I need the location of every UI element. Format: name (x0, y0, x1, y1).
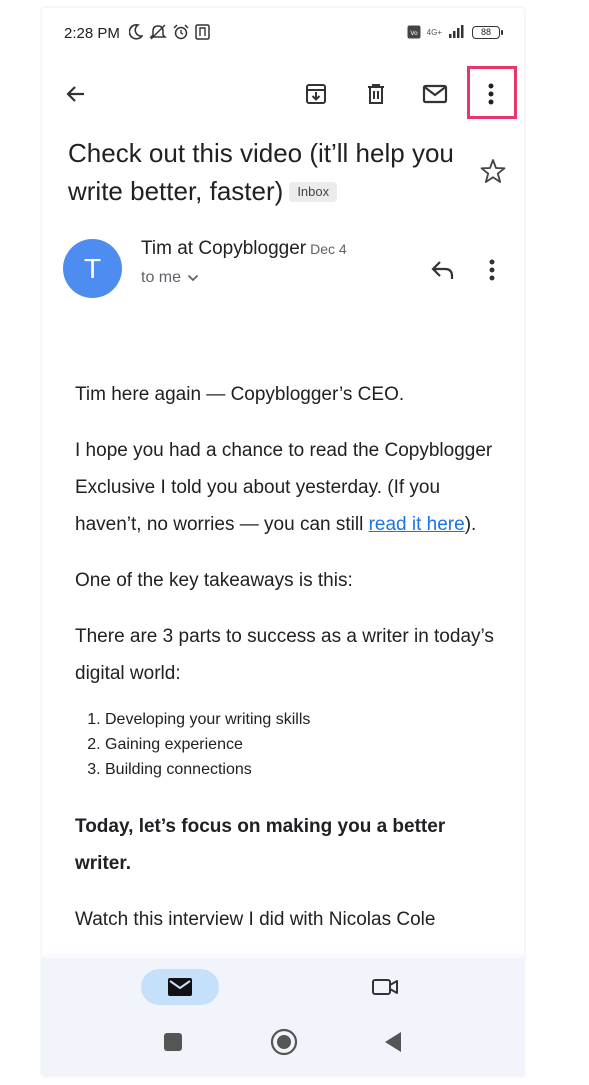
recipient-toggle[interactable]: to me (141, 269, 199, 287)
battery-level: 88 (480, 26, 491, 37)
battery-icon: 88 (472, 25, 503, 39)
status-icons (129, 24, 210, 40)
nav-mail-button[interactable] (141, 969, 219, 1005)
mail-icon (168, 978, 192, 996)
nav-meet-button[interactable] (370, 972, 400, 1002)
inbox-label[interactable]: Inbox (289, 182, 338, 202)
star-icon (480, 159, 506, 183)
body-paragraph: One of the key takeaways is this: (75, 570, 353, 591)
mark-unread-button[interactable] (419, 78, 451, 110)
email-date: Dec 4 (310, 241, 347, 257)
recipient-label: to me (141, 269, 182, 286)
video-icon (372, 979, 398, 995)
sender-avatar[interactable]: T (63, 239, 122, 298)
bottom-navigation (42, 950, 524, 1076)
mute-icon (149, 24, 167, 40)
more-vert-icon (489, 259, 495, 281)
body-text: ). (464, 514, 477, 535)
alarm-icon (173, 24, 189, 40)
reply-button[interactable] (430, 259, 456, 286)
moon-icon (129, 24, 143, 40)
list-item: Building connections (105, 757, 495, 782)
body-paragraph: Tim here again — Copyblogger’s CEO. (75, 384, 405, 405)
delete-icon (368, 84, 384, 104)
back-arrow-icon (66, 86, 84, 102)
home-button[interactable] (269, 1027, 299, 1057)
list-item: Developing your writing skills (105, 707, 495, 732)
status-time: 2:28 PM (64, 25, 120, 42)
home-circle-icon (270, 1028, 298, 1056)
message-more-button[interactable] (488, 258, 496, 287)
sender-line: Tim at Copyblogger Dec 4 (141, 238, 347, 260)
volte-icon: Vo (407, 25, 421, 39)
sender-name: Tim at Copyblogger (141, 238, 307, 259)
square-icon (164, 1033, 182, 1051)
body-paragraph: I hope you had a chance to read the Copy… (75, 432, 495, 543)
highlight-box (467, 66, 517, 119)
chevron-down-icon (187, 274, 199, 282)
mark-unread-icon (422, 84, 448, 104)
success-parts-list: Developing your writing skills Gaining e… (105, 707, 495, 782)
recents-button[interactable] (161, 1030, 185, 1054)
read-it-here-link[interactable]: read it here (369, 514, 465, 535)
svg-text:Vo: Vo (410, 30, 418, 37)
email-subject: Check out this video (it’ll help you wri… (68, 134, 468, 210)
subject-text: Check out this video (it’ll help you wri… (68, 138, 454, 206)
reply-icon (431, 261, 454, 279)
app-frame: 2:28 PM Vo 4G+ 88 Check out this video (… (42, 8, 524, 1076)
star-button[interactable] (480, 158, 506, 189)
archive-button[interactable] (300, 78, 332, 110)
nfc-icon (195, 24, 210, 40)
body-paragraph: There are 3 parts to success as a writer… (75, 626, 494, 684)
fade-overlay (42, 950, 524, 964)
body-paragraph: Today, let’s focus on making you a bette… (75, 816, 446, 874)
archive-icon (306, 84, 326, 104)
network-type: 4G+ (426, 27, 442, 37)
status-bar: 2:28 PM Vo 4G+ 88 (42, 8, 524, 56)
body-paragraph: Watch this interview I did with Nicolas … (75, 909, 436, 930)
status-right: Vo 4G+ 88 (407, 25, 503, 39)
email-body: Tim here again — Copyblogger’s CEO. I ho… (75, 376, 495, 957)
delete-button[interactable] (360, 78, 392, 110)
list-item: Gaining experience (105, 732, 495, 757)
signal-icon (449, 25, 464, 38)
email-toolbar (42, 66, 524, 122)
triangle-back-icon (385, 1032, 401, 1052)
back-nav-button[interactable] (381, 1030, 405, 1054)
back-button[interactable] (60, 78, 92, 110)
